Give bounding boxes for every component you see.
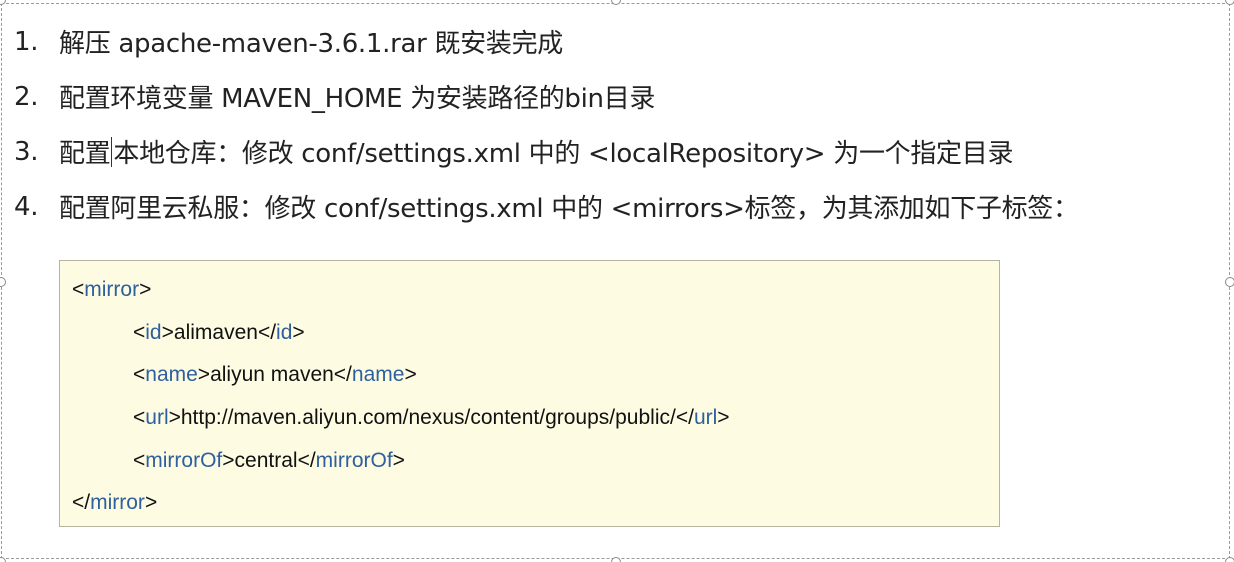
code-line-open-mirror: <mirror> [72,278,152,301]
resize-handle-bottom-right[interactable] [1225,557,1234,562]
xml-tag-name: name [351,363,405,386]
xml-tag-name: mirror [90,491,145,514]
list-number: 4. [14,191,39,222]
xml-tag-name: url [145,406,169,429]
list-text-before-cursor: 配置 [59,139,111,169]
list-item[interactable]: 3. 配置 本地仓库：修改 conf/settings.xml 中的 <local… [14,124,1079,179]
list-text: 配置阿里云私服：修改 conf/settings.xml 中的 <mirrors… [59,194,1079,224]
xml-value: http://maven.aliyun.com/nexus/content/gr… [180,406,676,429]
xml-tag-name: mirrorOf [145,449,223,472]
list-text: 配置环境变量 MAVEN_HOME 为安装路径的bin目录 [59,84,656,114]
steps-list[interactable]: 1. 解压 apache-maven-3.6.1.rar 既安装完成 2. 配置… [14,14,1079,234]
xml-tag-name: id [276,321,293,344]
resize-handle-bottom-center[interactable] [611,557,621,562]
text-cursor [111,136,113,167]
code-line-mirrorof: <mirrorOf>central</mirrorOf> [133,449,405,472]
xml-code-block[interactable]: <mirror> <id>alimaven</id> <name>aliyun … [59,260,1000,527]
xml-value: alimaven [173,321,258,344]
xml-tag-name: mirrorOf [315,449,393,472]
xml-value: central [234,449,298,472]
list-item[interactable]: 2. 配置环境变量 MAVEN_HOME 为安装路径的bin目录 [14,69,1079,124]
list-number: 2. [14,81,39,112]
list-text-after-cursor: 本地仓库：修改 conf/settings.xml 中的 <localRepos… [113,139,1014,169]
list-text: 解压 apache-maven-3.6.1.rar 既安装完成 [59,29,563,59]
xml-value: aliyun maven [210,363,334,386]
list-item[interactable]: 4. 配置阿里云私服：修改 conf/settings.xml 中的 <mirr… [14,179,1079,234]
slide-canvas: 1. 解压 apache-maven-3.6.1.rar 既安装完成 2. 配置… [0,0,1234,562]
code-line-id: <id>alimaven</id> [133,321,305,344]
xml-tag-name: name [145,363,198,386]
xml-tag-name: mirror [84,278,140,301]
code-line-close-mirror: </mirror> [72,491,158,514]
xml-tag-name: url [693,406,718,429]
code-line-url: <url>http://maven.aliyun.com/nexus/conte… [133,406,730,429]
list-item[interactable]: 1. 解压 apache-maven-3.6.1.rar 既安装完成 [14,14,1079,69]
resize-handle-middle-right[interactable] [1225,277,1234,287]
xml-tag-name: id [145,321,162,344]
list-number: 1. [14,26,39,57]
code-line-name: <name>aliyun maven</name> [133,363,417,386]
list-number: 3. [14,136,39,167]
